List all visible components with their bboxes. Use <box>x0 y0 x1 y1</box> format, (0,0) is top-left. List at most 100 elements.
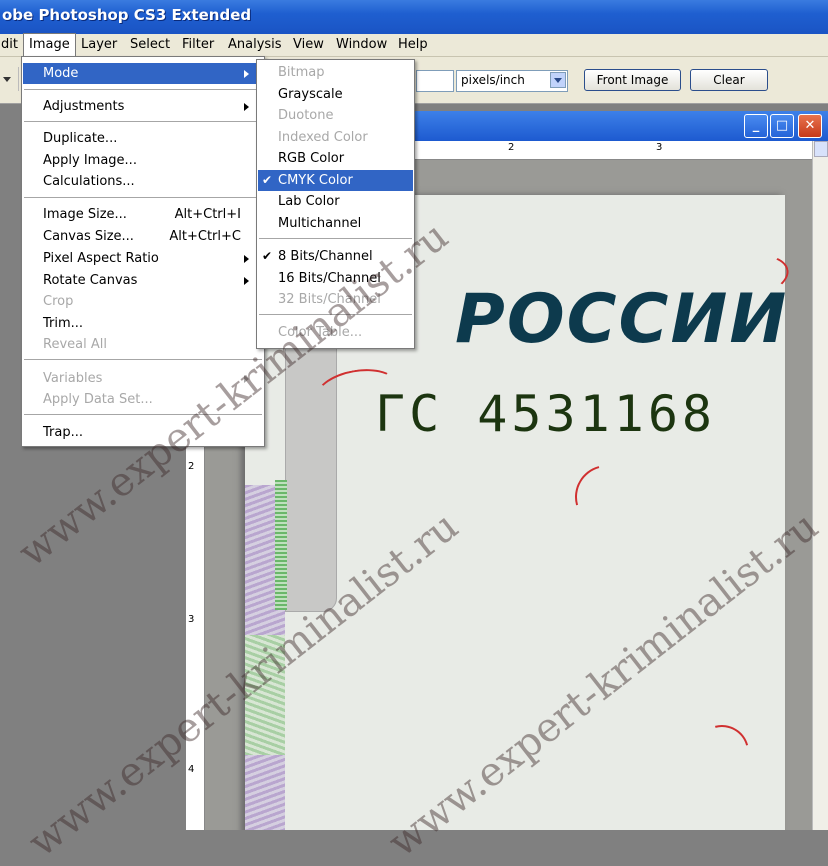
menu-item-duotone[interactable]: Duotone <box>258 105 413 126</box>
mode-submenu: Bitmap Grayscale Duotone Indexed Color R… <box>256 59 415 349</box>
menu-edit[interactable]: dit <box>0 34 23 56</box>
menu-item-16-bits[interactable]: 16 Bits/Channel <box>258 268 413 289</box>
chevron-down-icon[interactable] <box>550 72 566 88</box>
ruler-tick: 4 <box>188 764 195 775</box>
menu-item-label: Canvas Size... <box>43 229 134 244</box>
menu-view[interactable]: View <box>288 34 329 56</box>
close-icon[interactable]: ✕ <box>798 114 822 138</box>
submenu-arrow-icon <box>244 255 253 263</box>
menu-item-label: Crop <box>43 294 74 309</box>
resolution-input[interactable] <box>416 70 454 92</box>
scroll-up-icon[interactable] <box>814 141 828 157</box>
clear-button[interactable]: Clear <box>690 69 768 91</box>
menu-item-label: Apply Data Set... <box>43 392 153 407</box>
submenu-arrow-icon <box>244 103 253 111</box>
menu-item-variables[interactable]: Variables <box>23 368 263 389</box>
banknote-security-tab <box>285 305 337 612</box>
submenu-arrow-icon <box>244 70 253 78</box>
menu-separator <box>24 121 262 122</box>
menu-analysis[interactable]: Analysis <box>223 34 287 56</box>
menu-item-shortcut: Alt+Ctrl+C <box>169 229 241 244</box>
menu-item-label: Adjustments <box>43 99 125 114</box>
tool-preset-picker[interactable] <box>0 67 19 91</box>
menu-item-label: Image Size... <box>43 207 127 222</box>
menu-select[interactable]: Select <box>125 34 175 56</box>
menu-item-trim[interactable]: Trim... <box>23 313 263 334</box>
menu-item-trap[interactable]: Trap... <box>23 422 263 443</box>
ruler-tick: 3 <box>656 142 663 153</box>
menu-item-label: RGB Color <box>278 151 345 166</box>
menu-item-lab-color[interactable]: Lab Color <box>258 191 413 212</box>
menu-item-cmyk-color[interactable]: ✔ CMYK Color <box>258 170 413 191</box>
menu-item-pixel-aspect-ratio[interactable]: Pixel Aspect Ratio <box>23 248 263 269</box>
menu-layer[interactable]: Layer <box>76 34 122 56</box>
menu-item-label: Rotate Canvas <box>43 273 138 288</box>
menu-item-adjustments[interactable]: Adjustments <box>23 96 263 117</box>
submenu-arrow-icon <box>244 375 253 383</box>
menu-item-label: Trim... <box>43 316 84 331</box>
banknote-thread <box>275 480 287 610</box>
menu-separator <box>24 197 262 198</box>
image-menu: Mode Adjustments Duplicate... Apply Imag… <box>21 56 265 447</box>
menu-filter[interactable]: Filter <box>177 34 219 56</box>
menu-item-label: Mode <box>43 66 79 81</box>
menu-item-bitmap[interactable]: Bitmap <box>258 62 413 83</box>
ruler-tick: 2 <box>508 142 515 153</box>
menu-item-label: Calculations... <box>43 174 135 189</box>
units-select-value: pixels/inch <box>461 73 525 87</box>
menu-item-label: 8 Bits/Channel <box>278 249 373 264</box>
menu-item-label: Reveal All <box>43 337 107 352</box>
menu-separator <box>24 89 262 90</box>
units-select[interactable]: pixels/inch <box>456 70 568 92</box>
menu-separator <box>259 314 412 315</box>
menu-item-label: Trap... <box>43 425 83 440</box>
menu-item-label: Color Table... <box>278 325 363 340</box>
menu-item-label: 16 Bits/Channel <box>278 271 381 286</box>
ruler-tick: 3 <box>188 614 195 625</box>
menu-item-label: Grayscale <box>278 87 343 102</box>
menu-window[interactable]: Window <box>331 34 392 56</box>
menu-item-label: Indexed Color <box>278 130 368 145</box>
menu-item-label: Pixel Aspect Ratio <box>43 251 159 266</box>
menu-item-label: 32 Bits/Channel <box>278 292 381 307</box>
banknote-green-pattern <box>245 635 285 755</box>
menu-item-apply-data-set[interactable]: Apply Data Set... <box>23 389 263 410</box>
menu-item-8-bits[interactable]: ✔ 8 Bits/Channel <box>258 246 413 267</box>
red-fiber <box>685 715 759 789</box>
menu-item-rgb-color[interactable]: RGB Color <box>258 148 413 169</box>
menu-item-label: Lab Color <box>278 194 340 209</box>
check-icon: ✔ <box>262 173 273 187</box>
maximize-icon[interactable]: □ <box>770 114 794 138</box>
check-icon: ✔ <box>262 249 273 263</box>
menu-item-duplicate[interactable]: Duplicate... <box>23 128 263 149</box>
menu-item-grayscale[interactable]: Grayscale <box>258 84 413 105</box>
menu-item-canvas-size[interactable]: Canvas Size... Alt+Ctrl+C <box>23 226 263 247</box>
menu-item-crop[interactable]: Crop <box>23 291 263 312</box>
menu-bar: dit Image Layer Select Filter Analysis V… <box>0 33 828 57</box>
menu-item-mode[interactable]: Mode <box>23 63 263 84</box>
menu-item-label: Multichannel <box>278 216 362 231</box>
menu-separator <box>259 238 412 239</box>
menu-item-image-size[interactable]: Image Size... Alt+Ctrl+I <box>23 204 263 225</box>
menu-item-calculations[interactable]: Calculations... <box>23 171 263 192</box>
menu-help[interactable]: Help <box>393 34 433 56</box>
menu-item-label: Bitmap <box>278 65 325 80</box>
menu-separator <box>24 359 262 360</box>
banknote-serial: ГС 4531168 <box>375 385 717 443</box>
menu-item-reveal-all[interactable]: Reveal All <box>23 334 263 355</box>
menu-item-color-table[interactable]: Color Table... <box>258 322 413 343</box>
submenu-arrow-icon <box>244 277 253 285</box>
menu-item-shortcut: Alt+Ctrl+I <box>174 207 241 222</box>
menu-image[interactable]: Image <box>23 33 76 56</box>
menu-item-32-bits[interactable]: 32 Bits/Channel <box>258 289 413 310</box>
vertical-scrollbar[interactable] <box>812 141 828 830</box>
minimize-icon[interactable]: _ <box>744 114 768 138</box>
menu-item-label: Duplicate... <box>43 131 118 146</box>
app-title: obe Photoshop CS3 Extended <box>2 6 252 24</box>
menu-item-label: Duotone <box>278 108 334 123</box>
menu-item-multichannel[interactable]: Multichannel <box>258 213 413 234</box>
menu-item-rotate-canvas[interactable]: Rotate Canvas <box>23 270 263 291</box>
front-image-button[interactable]: Front Image <box>584 69 681 91</box>
menu-item-indexed-color[interactable]: Indexed Color <box>258 127 413 148</box>
menu-item-apply-image[interactable]: Apply Image... <box>23 150 263 171</box>
